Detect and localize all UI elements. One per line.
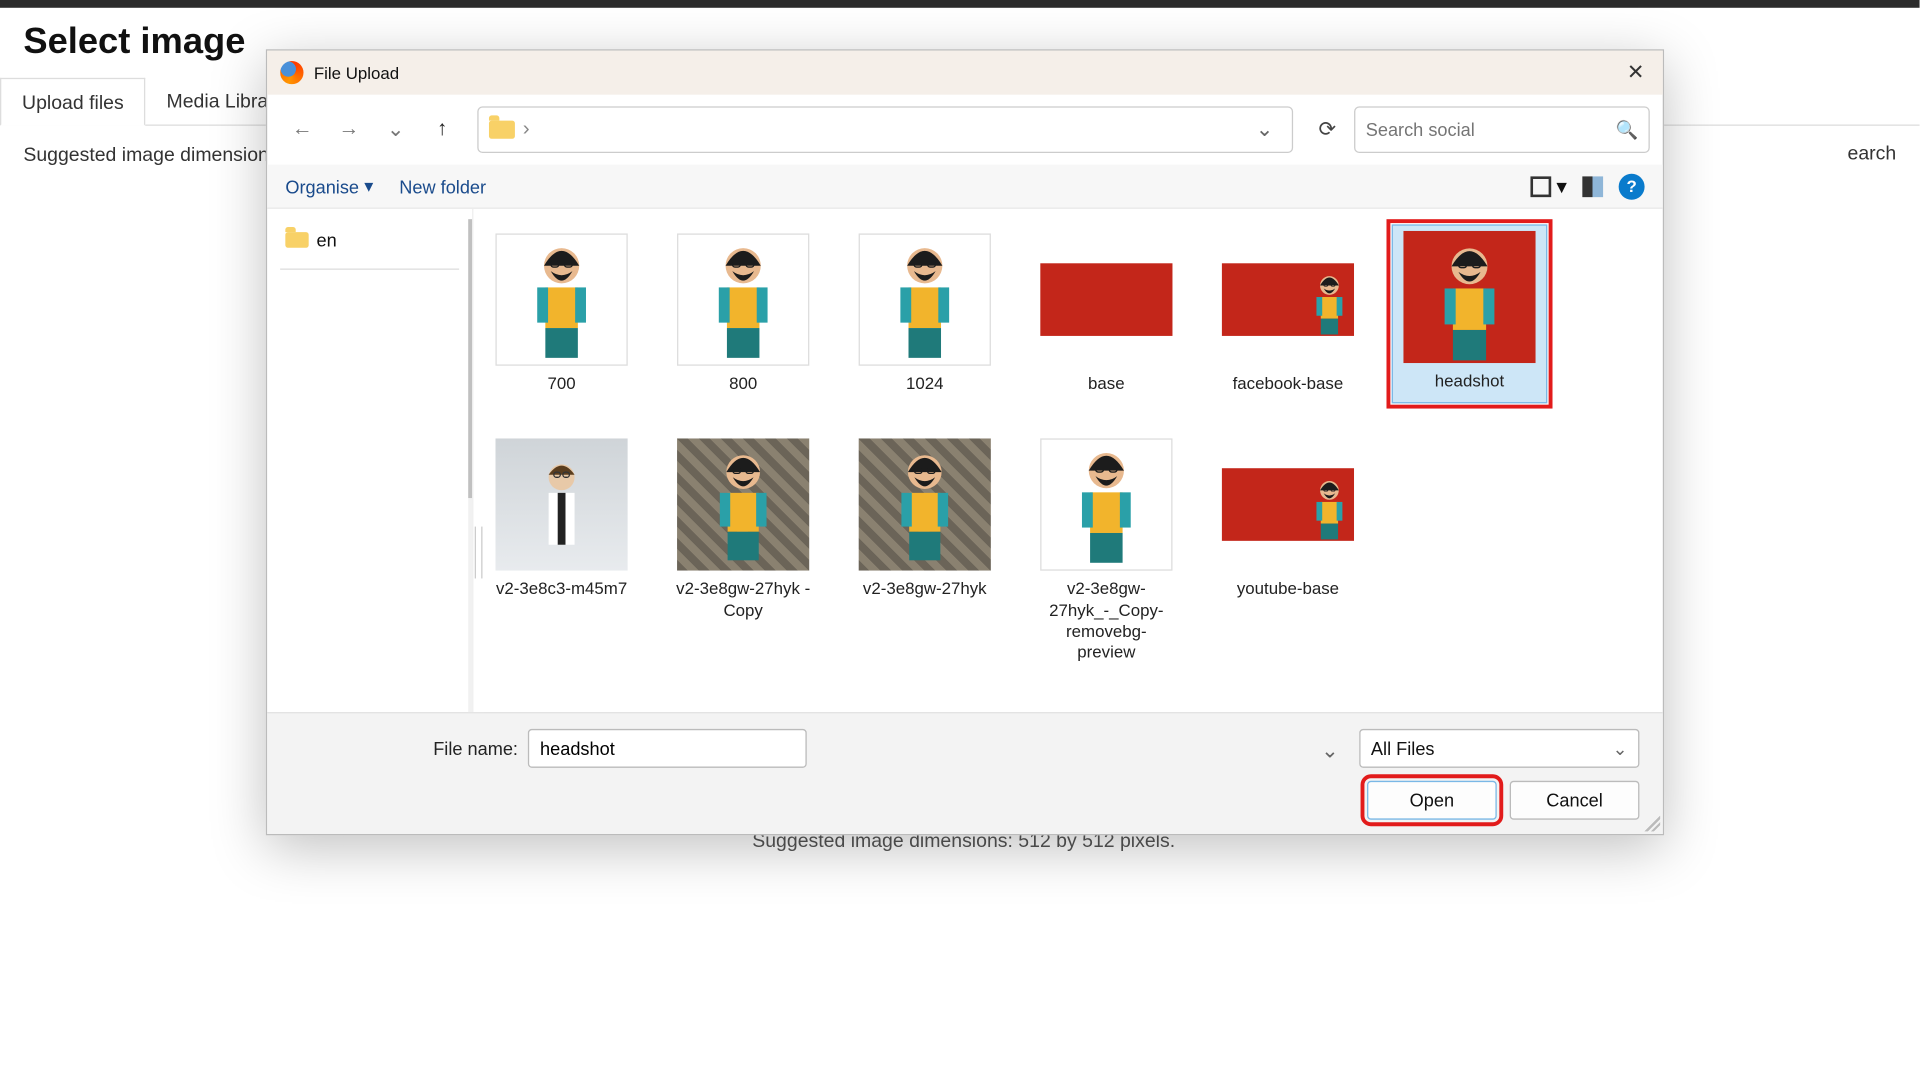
dialog-titlebar: File Upload ✕ — [267, 51, 1663, 95]
search-icon[interactable]: 🔍 — [1615, 119, 1638, 141]
chevron-down-icon: ▾ — [364, 175, 373, 197]
file-item-headshot[interactable]: headshot — [1392, 224, 1548, 403]
breadcrumb-separator: › — [523, 118, 530, 141]
sidebar-divider — [280, 268, 459, 269]
folder-icon — [285, 232, 308, 248]
view-icon — [1530, 176, 1551, 197]
help-icon[interactable]: ? — [1619, 173, 1645, 199]
new-folder-button[interactable]: New folder — [399, 176, 486, 197]
up-icon[interactable]: ↑ — [420, 108, 464, 152]
splitter-handle[interactable] — [475, 527, 483, 579]
chevron-down-icon: ▾ — [1556, 173, 1566, 199]
search-input-wrap: 🔍 — [1354, 106, 1650, 153]
toolbar: Organise▾ New folder ▾ ? — [267, 165, 1663, 209]
file-type-filter[interactable]: All Files ⌄ — [1359, 729, 1639, 768]
dialog-title: File Upload — [314, 63, 399, 82]
file-item-v2-3e8gw-27hyk[interactable]: v2-3e8gw-27hyk — [847, 430, 1003, 673]
file-item-base[interactable]: base — [1029, 224, 1185, 403]
cancel-button[interactable]: Cancel — [1510, 781, 1640, 820]
filename-input[interactable] — [528, 729, 807, 768]
file-item-700[interactable]: 700 — [484, 224, 640, 403]
search-input[interactable] — [1366, 119, 1616, 140]
close-icon[interactable]: ✕ — [1613, 51, 1657, 95]
sidebar-item-label: en — [316, 230, 336, 251]
tab-upload-files[interactable]: Upload files — [0, 78, 146, 126]
chevron-down-icon[interactable]: ⌄ — [1321, 738, 1338, 764]
view-mode-button[interactable]: ▾ — [1530, 173, 1566, 199]
breadcrumb[interactable]: › ⌄ — [477, 106, 1292, 153]
recent-locations-icon[interactable]: ⌄ — [374, 108, 418, 152]
filename-label: File name: — [433, 738, 518, 759]
file-item-800[interactable]: 800 — [665, 224, 821, 403]
forward-icon[interactable]: → — [327, 108, 371, 152]
refresh-icon[interactable]: ⟳ — [1311, 109, 1344, 151]
file-upload-dialog: File Upload ✕ ← → ⌄ ↑ › ⌄ ⟳ 🔍 Organise▾ … — [266, 49, 1664, 835]
open-button[interactable]: Open — [1367, 781, 1497, 820]
window-top-edge — [0, 0, 1920, 8]
organise-menu[interactable]: Organise▾ — [285, 175, 373, 197]
file-item-facebook-base[interactable]: facebook-base — [1210, 224, 1366, 403]
file-item-v2-3e8gw-27hyk-removebg[interactable]: v2-3e8gw-27hyk_-_Copy-removebg-preview — [1029, 430, 1185, 673]
background-search-fragment: earch — [1848, 143, 1897, 165]
nav-row: ← → ⌄ ↑ › ⌄ ⟳ 🔍 — [267, 95, 1663, 165]
file-item-youtube-base[interactable]: youtube-base — [1210, 430, 1366, 673]
sidebar-folder-en[interactable]: en — [278, 224, 462, 255]
file-item-v2-3e8gw-27hyk-copy[interactable]: v2-3e8gw-27hyk - Copy — [665, 430, 821, 673]
file-grid: 700 800 1024 base — [472, 209, 1663, 712]
breadcrumb-dropdown-icon[interactable]: ⌄ — [1248, 117, 1281, 143]
folder-icon — [489, 121, 515, 139]
firefox-icon — [280, 61, 303, 84]
dialog-footer: File name: ⌄ All Files ⌄ Open Cancel — [267, 712, 1663, 834]
folder-tree: en — [267, 209, 472, 712]
back-icon[interactable]: ← — [280, 108, 324, 152]
file-item-v2-3e8c3-m45m7[interactable]: v2-3e8c3-m45m7 — [484, 430, 640, 673]
resize-grip[interactable] — [1645, 816, 1661, 832]
preview-pane-icon[interactable] — [1582, 176, 1603, 197]
chevron-down-icon: ⌄ — [1613, 737, 1628, 759]
file-item-1024[interactable]: 1024 — [847, 224, 1003, 403]
dialog-body: en — [267, 209, 1663, 712]
